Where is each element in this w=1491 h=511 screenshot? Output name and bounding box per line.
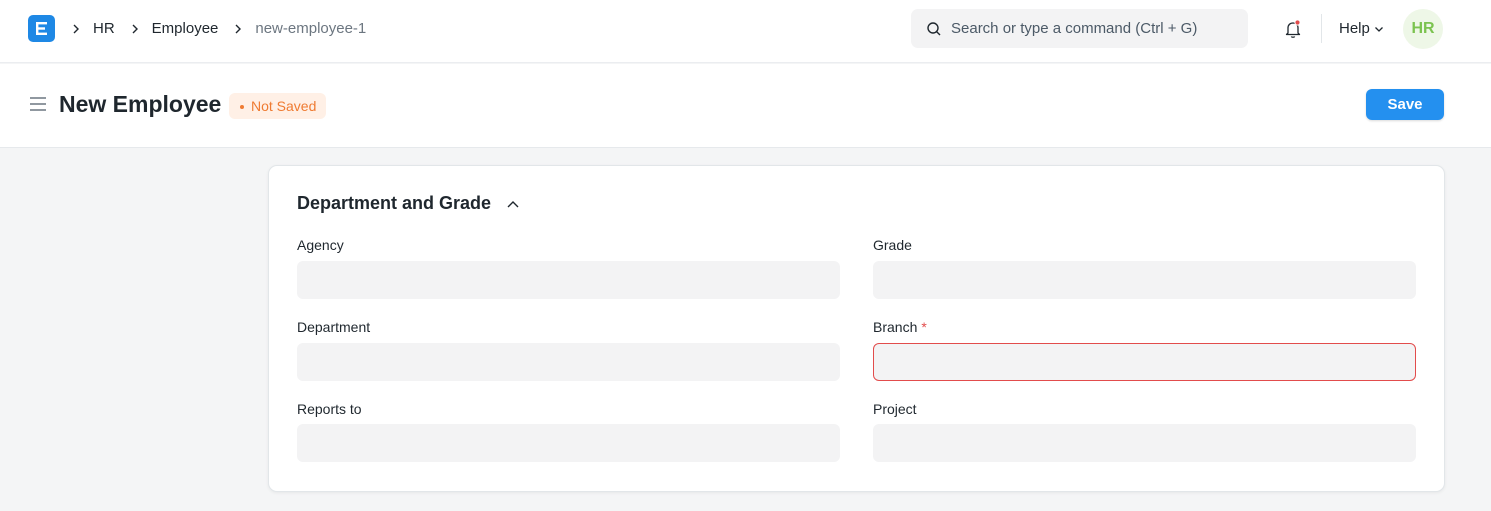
navbar: HR Employee new-employee-1 Help HR	[0, 0, 1491, 63]
search-input[interactable]	[951, 9, 1241, 48]
department-label: Department	[297, 319, 371, 335]
page-head: New Employee Not Saved Save	[0, 64, 1491, 148]
agency-field[interactable]	[297, 261, 840, 299]
grade-field[interactable]	[873, 261, 1416, 299]
save-button[interactable]: Save	[1366, 89, 1444, 120]
help-dropdown[interactable]: Help	[1339, 20, 1384, 37]
form-section-card: Department and Grade Agency Grade Depart…	[268, 165, 1445, 492]
search-bar[interactable]	[911, 9, 1248, 48]
reports-to-label: Reports to	[297, 401, 362, 417]
chevron-down-icon	[1374, 26, 1383, 32]
notification-bell-icon[interactable]	[1282, 18, 1304, 40]
section-header[interactable]: Department and Grade	[297, 193, 521, 214]
status-badge: Not Saved	[229, 93, 327, 119]
breadcrumb-current[interactable]: new-employee-1	[255, 20, 366, 37]
agency-label: Agency	[297, 237, 344, 253]
grade-label: Grade	[873, 237, 912, 253]
breadcrumb: HR Employee new-employee-1	[70, 0, 380, 57]
chevron-right-icon	[232, 23, 244, 35]
branch-label: Branch	[873, 319, 918, 335]
breadcrumb-hr[interactable]: HR	[93, 20, 115, 37]
breadcrumb-employee[interactable]: Employee	[152, 20, 219, 37]
chevron-right-icon	[70, 23, 82, 35]
project-field[interactable]	[873, 424, 1416, 462]
help-label: Help	[1339, 20, 1370, 37]
sidebar-toggle-icon[interactable]	[29, 96, 47, 112]
branch-label-wrap: Branch *	[873, 319, 927, 335]
navbar-divider	[1321, 14, 1322, 43]
required-indicator: *	[921, 319, 927, 335]
reports-to-field[interactable]	[297, 424, 840, 462]
section-title: Department and Grade	[297, 193, 492, 213]
chevron-up-icon[interactable]	[505, 196, 521, 212]
search-icon	[926, 21, 942, 37]
chevron-right-icon	[129, 23, 141, 35]
branch-field[interactable]	[873, 343, 1416, 381]
department-field[interactable]	[297, 343, 840, 381]
app-logo[interactable]	[28, 15, 55, 42]
avatar[interactable]: HR	[1403, 9, 1443, 49]
project-label: Project	[873, 401, 917, 417]
erpnext-logo-icon	[36, 22, 47, 35]
page-title: New Employee	[59, 91, 222, 117]
